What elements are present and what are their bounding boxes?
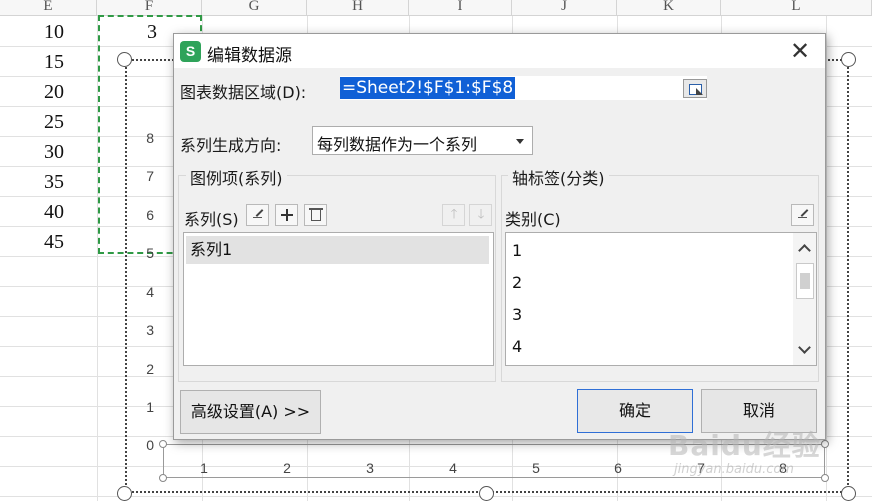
move-up-button[interactable]: 🡑	[442, 204, 465, 226]
cell-e3[interactable]: 20	[0, 81, 64, 104]
plot-area-handle[interactable]	[821, 440, 829, 448]
x-axis-tick-label: 5	[532, 460, 540, 476]
column-header-j[interactable]: J	[512, 0, 617, 16]
chart-resize-handle-bl[interactable]	[117, 486, 132, 501]
dialog-title: 编辑数据源	[207, 46, 292, 66]
arrow-up-icon: 🡑	[450, 207, 458, 222]
pencil-icon	[253, 209, 262, 218]
baidu-watermark-url: jingyan.baidu.com	[674, 462, 794, 477]
x-axis-tick-label: 3	[366, 460, 374, 476]
direction-label: 系列生成方向:	[180, 136, 282, 155]
collapse-range-icon[interactable]	[683, 79, 707, 98]
delete-series-button[interactable]	[304, 204, 327, 226]
column-header-f[interactable]: F	[97, 0, 202, 16]
y-axis-tick-label: 1	[146, 399, 154, 415]
dialog-title-bar[interactable]: S 编辑数据源 ✕	[174, 34, 825, 68]
x-axis-tick-label: 2	[283, 460, 291, 476]
add-series-button[interactable]	[275, 204, 298, 226]
chart-resize-handle-br[interactable]	[841, 486, 856, 501]
category-list-scrollbar[interactable]	[793, 233, 816, 365]
trash-icon	[309, 208, 323, 221]
x-axis-tick-label: 4	[449, 460, 457, 476]
column-header-l[interactable]: L	[721, 0, 872, 16]
range-value: =Sheet2!$F$1:$F$8	[340, 77, 516, 99]
scrollbar-thumb[interactable]	[796, 263, 814, 299]
category-list-item[interactable]: 2	[508, 269, 788, 297]
dropdown-arrow-icon	[516, 139, 524, 144]
plot-area-handle[interactable]	[159, 440, 167, 448]
y-axis-tick-label: 7	[146, 168, 154, 184]
chart-resize-handle-tl[interactable]	[117, 52, 132, 67]
cell-e5[interactable]: 30	[0, 141, 64, 164]
cell-e2[interactable]: 15	[0, 51, 64, 74]
range-label: 图表数据区域(D):	[180, 83, 307, 102]
column-header-i[interactable]: I	[409, 0, 512, 16]
category-label: 类别(C)	[505, 210, 561, 229]
cell-e1[interactable]: 10	[0, 21, 64, 44]
edit-data-source-dialog: S 编辑数据源 ✕ 图表数据区域(D): =Sheet2!$F$1:$F$8 系…	[173, 33, 826, 440]
edit-series-button[interactable]	[246, 204, 269, 226]
series-label: 系列(S)	[184, 210, 239, 229]
chart-data-range-input[interactable]: =Sheet2!$F$1:$F$8	[340, 76, 707, 100]
y-axis-tick-label: 3	[146, 322, 154, 338]
y-axis-tick-label: 2	[146, 361, 154, 377]
series-direction-select[interactable]: 每列数据作为一个系列	[312, 126, 533, 155]
column-header-h[interactable]: H	[307, 0, 409, 16]
cell-e7[interactable]: 40	[0, 201, 64, 224]
x-axis-tick-label: 1	[200, 460, 208, 476]
series-list[interactable]: 系列1	[183, 232, 494, 366]
arrow-down-icon: 🡓	[477, 207, 485, 222]
column-header-g[interactable]: G	[202, 0, 307, 16]
category-list-item[interactable]: 3	[508, 301, 788, 329]
edit-category-button[interactable]	[791, 204, 814, 226]
category-list-item[interactable]: 4	[508, 333, 788, 361]
plot-area-handle[interactable]	[821, 474, 829, 482]
y-axis-tick-label: 4	[146, 284, 154, 300]
legend-entries-title: 图例项(系列)	[186, 165, 287, 189]
plot-area-handle[interactable]	[159, 474, 167, 482]
column-header-e[interactable]: E	[0, 0, 97, 16]
column-header-k[interactable]: K	[617, 0, 721, 16]
chart-resize-handle-bm[interactable]	[479, 486, 494, 501]
scroll-down-icon[interactable]	[798, 343, 810, 355]
category-list[interactable]: 1 2 3 4	[505, 232, 817, 366]
y-axis-tick-label: 8	[146, 130, 154, 146]
y-axis-tick-label: 5	[146, 245, 154, 261]
baidu-watermark: Baidu经验	[668, 429, 821, 462]
cell-e8[interactable]: 45	[0, 231, 64, 254]
plus-icon-stroke	[286, 209, 288, 221]
cell-e4[interactable]: 25	[0, 111, 64, 134]
scroll-up-icon[interactable]	[798, 242, 810, 254]
series-list-item[interactable]: 系列1	[186, 236, 489, 264]
cell-e6[interactable]: 35	[0, 171, 64, 194]
x-axis-tick-label: 6	[614, 460, 622, 476]
wps-app-icon: S	[180, 41, 201, 62]
series-direction-value: 每列数据作为一个系列	[317, 135, 478, 154]
axis-labels-title: 轴标签(分类)	[508, 165, 609, 189]
category-list-item[interactable]: 1	[508, 237, 788, 265]
move-down-button[interactable]: 🡓	[469, 204, 492, 226]
pencil-icon	[798, 209, 807, 218]
advanced-settings-button[interactable]: 高级设置(A) >>	[180, 390, 321, 434]
y-axis-tick-label: 0	[146, 437, 154, 453]
y-axis-tick-label: 6	[146, 207, 154, 223]
chart-resize-handle-tr[interactable]	[841, 52, 856, 67]
close-icon[interactable]: ✕	[785, 38, 815, 64]
